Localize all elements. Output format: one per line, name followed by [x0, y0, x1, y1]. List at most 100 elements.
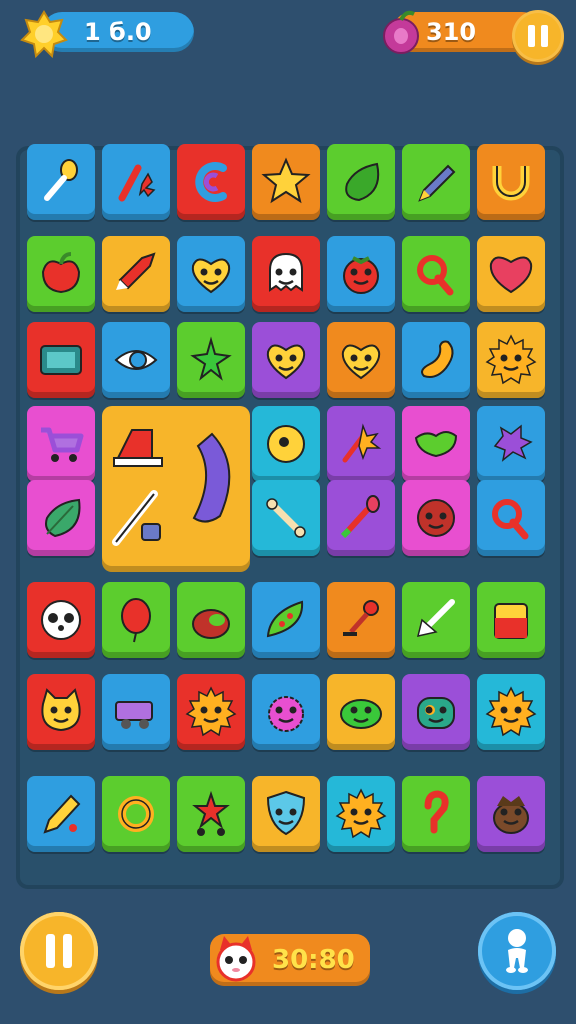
- tile-tv[interactable]: [27, 322, 95, 398]
- shield-face-icon: [266, 790, 306, 836]
- tile-van[interactable]: [102, 674, 170, 750]
- panda-face-icon: [41, 600, 81, 640]
- cat-face-icon: [216, 936, 256, 982]
- cat-face-icon: [41, 688, 81, 732]
- monster-face-icon: [417, 697, 455, 729]
- tile-apple[interactable]: [27, 236, 95, 312]
- tile-tomato-face[interactable]: [327, 236, 395, 312]
- tile-spiral-c[interactable]: [177, 144, 245, 220]
- rocket-spark-icon: [342, 423, 382, 463]
- big-tile[interactable]: [102, 406, 250, 572]
- tile-ball-face[interactable]: [402, 480, 470, 556]
- tile-sun-face[interactable]: [177, 674, 245, 750]
- ghost-face-icon: [269, 252, 303, 292]
- spark-tool-icon: [118, 164, 156, 202]
- tile-star-leaf[interactable]: [177, 322, 245, 398]
- big-tile-icons: [112, 429, 231, 546]
- tile-frog-face[interactable]: [327, 674, 395, 750]
- frog-face-icon: [340, 699, 382, 729]
- coconut-icon: [192, 609, 230, 639]
- tile-ghost-face[interactable]: [252, 236, 320, 312]
- tile-slime[interactable]: [402, 406, 470, 482]
- tile-q-shape[interactable]: [402, 236, 470, 312]
- bean-icon: [421, 340, 454, 378]
- tile-spark-tool[interactable]: [102, 144, 170, 220]
- tile-eye[interactable]: [102, 322, 170, 398]
- pause-button[interactable]: [20, 912, 98, 990]
- pause-button-top[interactable]: [512, 10, 564, 62]
- splat-icon: [493, 424, 533, 462]
- fuzzball-icon: [268, 696, 304, 732]
- tile-coconut[interactable]: [177, 582, 245, 658]
- slime-icon: [414, 431, 458, 458]
- jam-jar-icon: [494, 603, 528, 639]
- tile-hook[interactable]: [402, 776, 470, 852]
- star-icon: [261, 157, 311, 204]
- tile-acorn-face[interactable]: [477, 776, 545, 852]
- van-icon: [115, 701, 153, 729]
- tile-pen[interactable]: [402, 144, 470, 220]
- sun-face-icon: [335, 788, 387, 839]
- heart-face-icon: [191, 258, 231, 294]
- tile-plunger[interactable]: [327, 582, 395, 658]
- tile-leaf[interactable]: [27, 480, 95, 556]
- tile-sun-face[interactable]: [477, 322, 545, 398]
- tile-heart[interactable]: [477, 236, 545, 312]
- apple-icon: [41, 252, 81, 294]
- pause-icon: [46, 934, 72, 968]
- tile-balloon[interactable]: [102, 582, 170, 658]
- tile-heart-face[interactable]: [327, 322, 395, 398]
- tile-bean[interactable]: [402, 322, 470, 398]
- tile-panda-face[interactable]: [27, 582, 95, 658]
- rocket-icon: [116, 252, 156, 290]
- tile-horseshoe[interactable]: [477, 144, 545, 220]
- tile-bone[interactable]: [252, 480, 320, 556]
- q-shape-icon: [417, 255, 454, 296]
- spiral-c-icon: [195, 162, 227, 202]
- pause-icon: [528, 25, 548, 47]
- tile-sun-face[interactable]: [327, 776, 395, 852]
- orb-icon: [267, 425, 305, 463]
- tile-rocket-spark[interactable]: [327, 406, 395, 482]
- tile-brush[interactable]: [327, 480, 395, 556]
- tile-star[interactable]: [252, 144, 320, 220]
- tile-rocket[interactable]: [102, 236, 170, 312]
- bone-icon: [266, 498, 306, 538]
- tile-spoon[interactable]: [27, 144, 95, 220]
- tile-orb[interactable]: [252, 406, 320, 482]
- tv-icon: [40, 345, 82, 375]
- tile-sun-face[interactable]: [477, 674, 545, 750]
- star-leaf-icon: [190, 336, 232, 381]
- plunger-icon: [343, 600, 379, 636]
- spoon-icon: [44, 159, 78, 201]
- tile-fuzzball[interactable]: [252, 674, 320, 750]
- balloon-icon: [121, 598, 151, 643]
- heart-face-icon: [341, 344, 381, 380]
- tile-ring[interactable]: [102, 776, 170, 852]
- tomato-face-icon: [343, 256, 379, 294]
- tile-leaf-drop[interactable]: [327, 144, 395, 220]
- tile-cart[interactable]: [27, 406, 95, 482]
- acorn-face-icon: [493, 796, 529, 834]
- tile-splat[interactable]: [477, 406, 545, 482]
- tile-star-cart[interactable]: [177, 776, 245, 852]
- q-shape-icon: [492, 499, 529, 540]
- tile-heart-face[interactable]: [177, 236, 245, 312]
- pod-icon: [266, 600, 304, 638]
- arrow-icon: [416, 599, 455, 637]
- brush-icon: [340, 495, 380, 539]
- ring-icon: [118, 796, 154, 832]
- ball-face-icon: [417, 499, 455, 537]
- tile-cat-face[interactable]: [27, 674, 95, 750]
- hint-button[interactable]: [478, 912, 556, 990]
- pencil-icon: [43, 794, 81, 834]
- sun-face-icon: [185, 686, 237, 737]
- tile-arrow[interactable]: [402, 582, 470, 658]
- tile-pod[interactable]: [252, 582, 320, 658]
- tile-shield-face[interactable]: [252, 776, 320, 852]
- tile-monster-face[interactable]: [402, 674, 470, 750]
- tile-pencil[interactable]: [27, 776, 95, 852]
- tile-q-shape[interactable]: [477, 480, 545, 556]
- tile-heart-face[interactable]: [252, 322, 320, 398]
- tile-jam-jar[interactable]: [477, 582, 545, 658]
